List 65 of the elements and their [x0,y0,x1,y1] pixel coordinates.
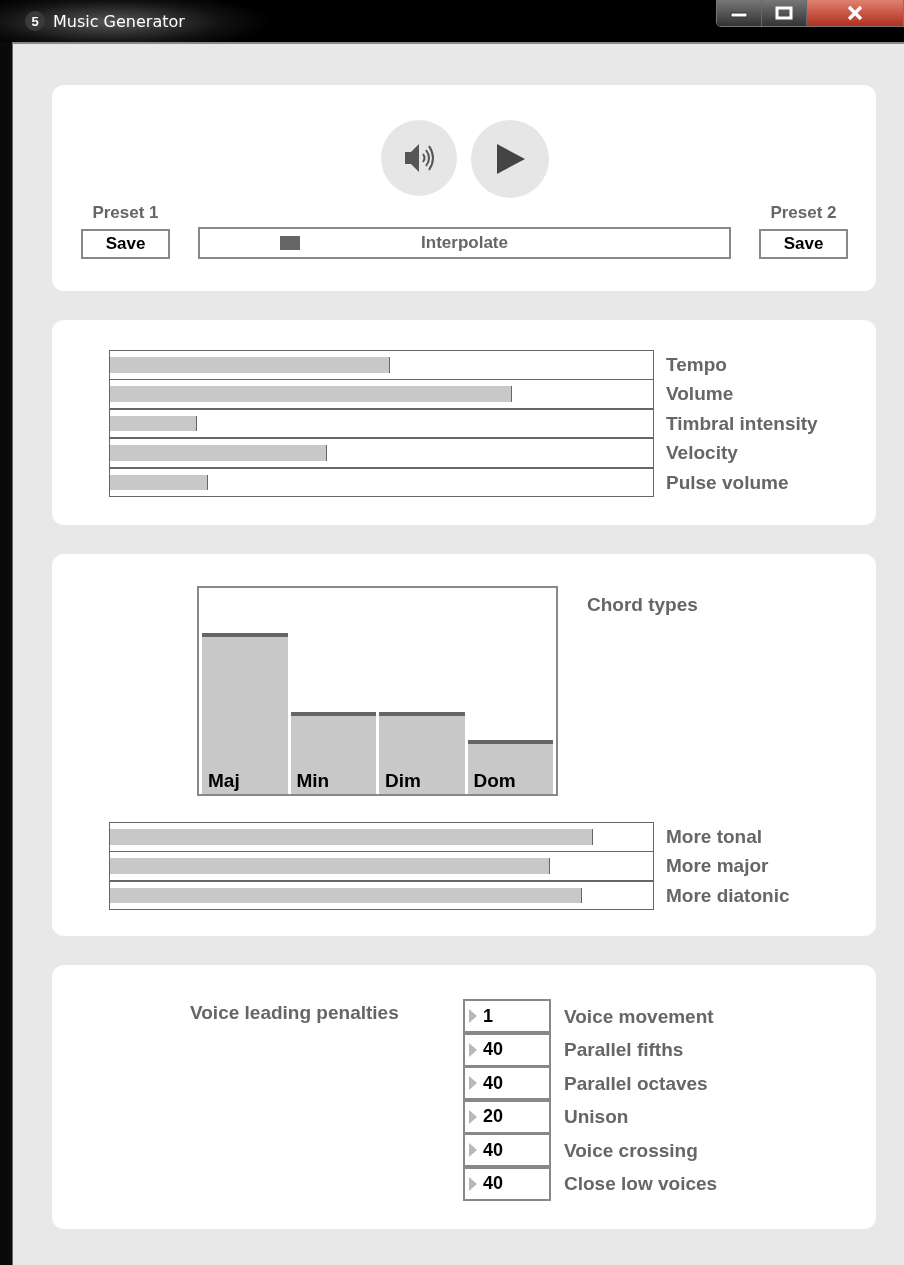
slider-label: More major [666,855,769,878]
slider-track[interactable] [109,467,654,497]
chord-slider-track[interactable]: Dim [379,588,465,794]
slider-label: Volume [666,383,734,406]
slider-label: More tonal [666,825,763,848]
triangle-icon [469,1176,477,1191]
interpolate-slider[interactable]: Interpolate [198,227,731,259]
window-title: Music Generator [53,11,185,31]
slider-track[interactable] [109,880,654,910]
chord-label: Dom [473,770,516,792]
penalty-label: Parallel fifths [564,1039,684,1062]
chord-multislider[interactable]: Maj Min Dim Dom [197,586,558,796]
slider-thumb[interactable] [279,236,300,250]
triangle-icon [469,1076,477,1091]
slider-track[interactable] [109,408,654,438]
chord-slider-track[interactable]: Maj [202,588,288,794]
slider-track[interactable] [109,350,654,380]
app-badge: 5 [25,11,45,31]
number-value: 1 [483,1005,493,1027]
triangle-icon [469,1042,477,1057]
chord-slider-track[interactable]: Dom [467,588,553,794]
penalty-label: Unison [564,1106,629,1129]
slider-label: Timbral intensity [666,412,818,435]
save-button[interactable]: Save [81,229,170,259]
number-box[interactable]: 40 [463,1133,551,1168]
chord-label: Min [296,770,330,792]
slider-label: Pulse volume [666,471,789,494]
slider-track[interactable] [109,851,654,881]
minimize-button[interactable] [717,0,762,26]
number-box[interactable]: 40 [463,1066,551,1101]
triangle-icon [469,1143,477,1158]
chord-label: Dim [385,770,421,792]
slider-track[interactable] [109,438,654,468]
triangle-icon [469,1009,477,1024]
chord-slider-track[interactable]: Min [290,588,376,794]
penalty-label: Voice movement [564,1005,714,1028]
number-value: 20 [483,1106,504,1128]
number-box[interactable]: 40 [463,1166,551,1201]
number-box[interactable]: 1 [463,999,551,1034]
number-box[interactable]: 20 [463,1099,551,1134]
maximize-button[interactable] [762,0,807,26]
chord-label: Maj [208,770,240,792]
number-value: 40 [483,1139,504,1161]
maximize-icon [775,6,793,20]
slider-track[interactable] [109,379,654,409]
penalty-label: Voice crossing [564,1139,698,1162]
slider-label: More diatonic [666,884,790,907]
slider-label: Tempo [666,353,727,376]
number-box[interactable]: 40 [463,1032,551,1067]
penalty-label: Close low voices [564,1173,718,1196]
number-value: 40 [483,1173,504,1195]
number-value: 40 [483,1072,504,1094]
triangle-icon [469,1109,477,1124]
close-icon [846,5,864,21]
penalty-label: Parallel octaves [564,1072,708,1095]
slider-label: Velocity [666,442,738,465]
penalties-label: Voice leading penalties [190,1002,400,1024]
save-button[interactable]: Save [759,229,848,259]
preset-label: Preset 1 [92,203,159,223]
chord-types-label: Chord types [587,594,698,616]
number-value: 40 [483,1039,504,1061]
preset-label: Preset 2 [770,203,837,223]
interpolate-label: Interpolate [421,233,508,253]
close-button[interactable] [807,0,903,26]
slider-track[interactable] [109,822,654,852]
